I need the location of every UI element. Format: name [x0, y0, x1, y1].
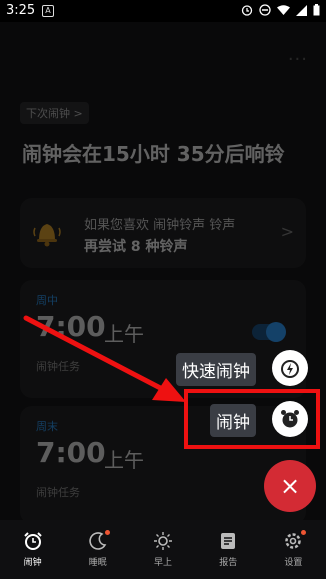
- sun-icon: [154, 532, 172, 550]
- bell-icon: [33, 224, 61, 247]
- nav-report[interactable]: 报告: [196, 520, 261, 579]
- highlight-box: [184, 389, 320, 449]
- report-icon: [221, 533, 236, 549]
- nav-label: 设置: [284, 558, 303, 568]
- alarm-ampm: 上午: [104, 322, 144, 346]
- notification-dot: [301, 530, 307, 535]
- gear-icon: [285, 533, 302, 549]
- nav-label: 睡眠: [88, 558, 107, 568]
- ringtone-line2: 再尝试 8 种铃声: [84, 239, 188, 255]
- alarm-time: 7:00: [36, 310, 106, 343]
- nav-label: 闹钟: [23, 558, 42, 568]
- ringtone-suggestion-card[interactable]: 如果您喜欢 闹钟铃声 铃声 再尝试 8 种铃声 >: [20, 198, 306, 268]
- next-alarm-chip[interactable]: 下次闹钟 >: [20, 102, 89, 124]
- alarm-ampm: 上午: [104, 448, 144, 472]
- alarm-clock-icon: [23, 532, 42, 550]
- battery-icon: [313, 4, 320, 16]
- alarm-time: 7:00: [36, 436, 106, 469]
- lightning-alarm-icon: [281, 360, 299, 378]
- alarm-card-weekday[interactable]: 周中 7:00 上午 闹钟任务: [20, 280, 306, 398]
- ringtone-line1: 如果您喜欢 闹钟铃声 铃声: [84, 218, 236, 233]
- status-time: 3:25: [6, 3, 36, 18]
- nav-alarm[interactable]: 闹钟: [0, 520, 65, 579]
- notification-dot: [105, 530, 111, 535]
- status-icons: [241, 4, 320, 16]
- nav-label: 报告: [219, 558, 238, 568]
- more-options-icon[interactable]: ...: [288, 44, 308, 65]
- next-alarm-headline: 闹钟会在15小时 35分后响铃: [22, 142, 285, 166]
- bottom-navigation: 闹钟 睡眠 早上 报告 设置: [0, 520, 326, 579]
- signal-icon: [296, 4, 307, 16]
- close-fab-button[interactable]: ×: [264, 460, 316, 512]
- status-bar: 3:25 A: [0, 0, 326, 22]
- alarm-days: 周中: [36, 294, 58, 307]
- nav-settings[interactable]: 设置: [261, 520, 326, 579]
- alarm-status-icon: [241, 5, 253, 16]
- nav-label: 早上: [154, 558, 173, 568]
- alarm-toggle[interactable]: [252, 322, 286, 342]
- chevron-right-icon: >: [280, 222, 294, 241]
- dnd-icon: [259, 4, 271, 16]
- quick-alarm-label[interactable]: 快速闹钟: [176, 353, 256, 386]
- notification-a-icon: A: [42, 5, 54, 17]
- alarm-task: 闹钟任务: [36, 486, 80, 499]
- wifi-icon: [277, 4, 290, 15]
- quick-alarm-button[interactable]: [272, 350, 308, 386]
- alarm-days: 周末: [36, 420, 58, 433]
- nav-sleep[interactable]: 睡眠: [65, 520, 130, 579]
- nav-morning[interactable]: 早上: [130, 520, 195, 579]
- alarm-task: 闹钟任务: [36, 360, 80, 373]
